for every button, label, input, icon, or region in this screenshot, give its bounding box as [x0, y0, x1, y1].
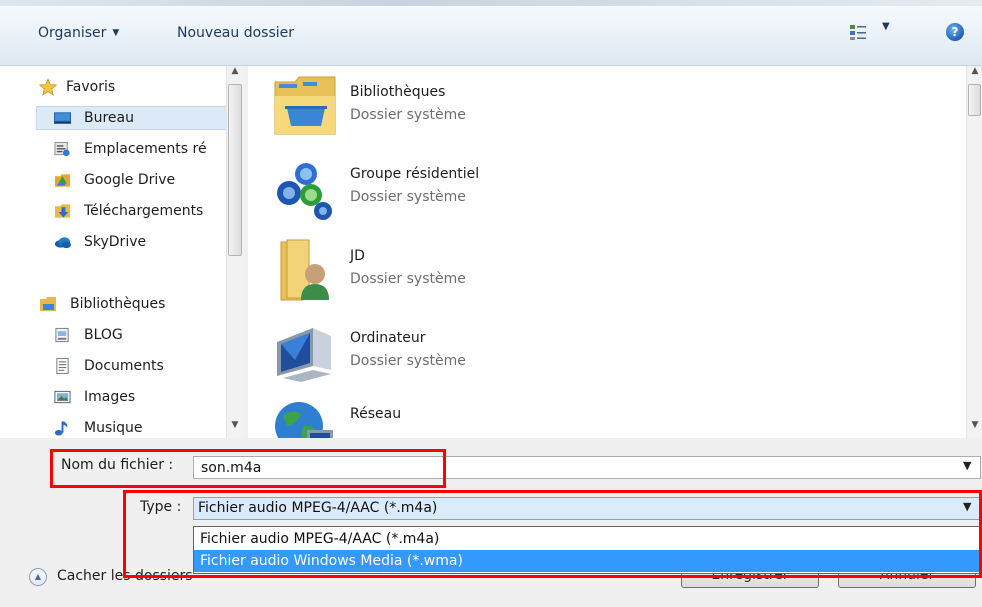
nav-item-label: BLOG — [84, 327, 123, 343]
list-item[interactable]: Groupe résidentiel Dossier système — [273, 156, 673, 226]
libraries-folder-icon — [274, 76, 336, 135]
downloads-icon — [54, 204, 71, 218]
computer-icon — [277, 328, 331, 382]
navigation-pane: Favoris Bureau Emplacements ré Google Dr… — [0, 66, 244, 438]
scroll-up-arrow-icon[interactable]: ▲ — [967, 66, 982, 76]
libraries-icon — [40, 297, 56, 311]
content-scrollbar[interactable]: ▲ ▼ — [966, 66, 982, 438]
content-pane: Bibliothèques Dossier système Groupe rés… — [248, 66, 966, 438]
user-folder-icon — [280, 239, 329, 301]
scroll-up-arrow-icon[interactable]: ▲ — [227, 66, 243, 76]
nav-item-label: Google Drive — [84, 172, 176, 188]
nav-scrollbar[interactable]: ▲ ▼ — [226, 66, 244, 438]
desktop-icon — [54, 112, 71, 124]
scroll-down-arrow-icon[interactable]: ▼ — [967, 420, 982, 430]
filename-highlight-box — [50, 449, 446, 488]
nav-libraries-label: Bibliothèques — [70, 296, 166, 312]
network-globe-icon — [275, 402, 333, 438]
nav-item-label: Emplacements ré — [84, 141, 207, 157]
nav-item-emplacements[interactable]: Emplacements ré — [54, 137, 230, 161]
nav-item-telechargements[interactable]: Téléchargements — [54, 199, 230, 223]
nav-item-label: SkyDrive — [84, 234, 147, 250]
list-item[interactable]: Ordinateur Dossier système — [273, 320, 673, 390]
nav-item-musique[interactable]: Musique — [54, 416, 230, 438]
organize-label: Organiser — [38, 25, 107, 41]
nav-scroll-thumb[interactable] — [228, 84, 242, 256]
item-type: Dossier système — [350, 107, 466, 123]
help-icon[interactable]: ? — [946, 23, 964, 41]
collapse-up-icon[interactable]: ▲ — [29, 568, 47, 586]
item-type: Dossier système — [350, 189, 466, 205]
music-note-icon — [54, 421, 68, 436]
nav-item-label: Images — [84, 389, 136, 405]
command-bar: Organiser ▼ Nouveau dossier ▼ ? — [0, 0, 982, 66]
nav-item-bureau[interactable]: Bureau — [54, 106, 230, 130]
homegroup-icon — [277, 163, 332, 220]
nav-item-label: Téléchargements — [84, 203, 204, 219]
nav-item-images[interactable]: Images — [54, 385, 230, 409]
nav-item-label: Musique — [84, 420, 143, 436]
change-view-icon[interactable] — [849, 23, 867, 41]
star-icon — [38, 78, 58, 96]
item-name: Réseau — [350, 406, 402, 422]
nav-item-blog[interactable]: BLOG — [54, 323, 230, 347]
file-type-highlight-box — [123, 490, 982, 578]
view-options-chevron-icon[interactable]: ▼ — [882, 21, 890, 32]
nav-item-label: Documents — [84, 358, 164, 374]
item-name: Bibliothèques — [350, 84, 446, 100]
list-item[interactable]: JD Dossier système — [273, 238, 673, 308]
documents-icon — [56, 358, 69, 374]
google-drive-icon — [54, 174, 71, 187]
nav-item-documents[interactable]: Documents — [54, 354, 230, 378]
chevron-down-icon: ▼ — [112, 28, 120, 38]
list-item[interactable]: Réseau — [273, 396, 673, 438]
nav-item-google-drive[interactable]: Google Drive — [54, 168, 230, 192]
nav-libraries[interactable]: Bibliothèques — [38, 292, 228, 316]
item-type: Dossier système — [350, 271, 466, 287]
images-icon — [54, 390, 71, 404]
library-blog-icon — [55, 327, 69, 343]
new-folder-button[interactable]: Nouveau dossier — [177, 22, 294, 44]
filename-dropdown-chevron-icon[interactable]: ▼ — [963, 459, 971, 472]
nav-favorites[interactable]: Favoris — [38, 75, 228, 99]
window-top-strip — [0, 0, 982, 6]
content-scroll-thumb[interactable] — [968, 84, 981, 116]
nav-item-skydrive[interactable]: SkyDrive — [54, 230, 230, 254]
item-name: Groupe résidentiel — [350, 166, 480, 182]
item-type: Dossier système — [350, 353, 466, 369]
item-name: JD — [350, 248, 365, 264]
nav-favorites-label: Favoris — [66, 79, 116, 95]
skydrive-cloud-icon — [54, 237, 71, 249]
scroll-down-arrow-icon[interactable]: ▼ — [227, 420, 243, 430]
organize-menu-button[interactable]: Organiser ▼ — [38, 22, 119, 44]
nav-item-label: Bureau — [84, 110, 134, 126]
list-item[interactable]: Bibliothèques Dossier système — [273, 74, 673, 144]
item-name: Ordinateur — [350, 330, 426, 346]
recent-places-icon — [54, 141, 70, 157]
